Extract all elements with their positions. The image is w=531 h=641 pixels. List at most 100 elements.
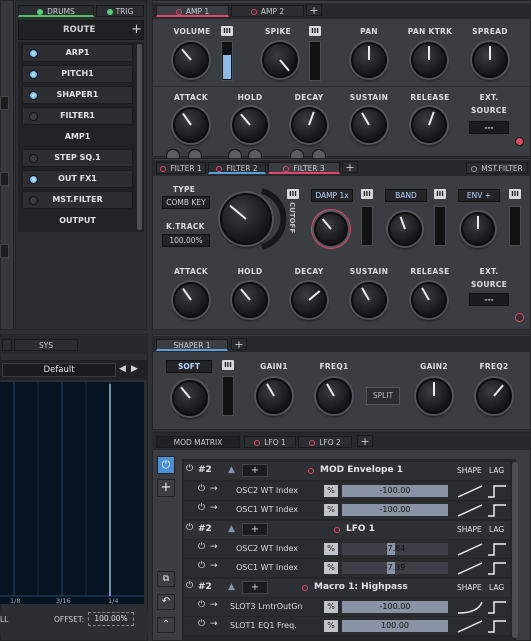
filter-release-knob[interactable]: [411, 282, 447, 318]
add-slot-button[interactable]: +: [157, 479, 175, 497]
slot-power-icon[interactable]: ⏻: [186, 581, 193, 591]
damp-knob[interactable]: [314, 212, 348, 246]
collapse-icon[interactable]: ⌃: [157, 617, 175, 633]
route-item-filter1[interactable]: FILTER1: [22, 107, 133, 125]
shape-curve-icon[interactable]: [456, 483, 484, 499]
filter-type-select[interactable]: COMB KEY: [162, 196, 210, 209]
percent-toggle[interactable]: %: [324, 601, 338, 613]
tab-mod-matrix[interactable]: MOD MATRIX: [156, 436, 240, 448]
mod-lanes-icon[interactable]: III: [434, 189, 446, 199]
filter-ext-source-select[interactable]: ---: [469, 293, 509, 306]
damp-select[interactable]: DAMP 1x: [311, 189, 353, 202]
route-led-icon[interactable]: [29, 49, 38, 58]
row-power-icon[interactable]: ⏻: [198, 542, 205, 552]
route-item-step-sq1[interactable]: STEP SQ.1: [22, 149, 133, 167]
freq1-knob[interactable]: [316, 378, 352, 414]
spike-knob[interactable]: [262, 42, 298, 78]
ktrack-field[interactable]: 100.00%: [162, 234, 210, 247]
gain2-knob[interactable]: [416, 378, 452, 414]
shaper-add-tab-button[interactable]: +: [231, 338, 247, 351]
filter-attack-knob[interactable]: [173, 282, 209, 318]
mod-source[interactable]: LFO 1: [346, 524, 375, 534]
row-power-icon[interactable]: ⏻: [198, 619, 205, 629]
filter-ext-led-icon[interactable]: [515, 313, 524, 322]
mod-lanes-icon[interactable]: III: [222, 360, 234, 370]
modmatrix-add-tab-button[interactable]: +: [357, 435, 373, 448]
percent-toggle[interactable]: %: [324, 504, 338, 516]
copy-icon[interactable]: ⧉: [157, 571, 175, 587]
route-led-icon[interactable]: [29, 196, 38, 205]
route-item-out-fx1[interactable]: OUT FX1: [22, 170, 133, 188]
percent-toggle[interactable]: %: [324, 485, 338, 497]
mod-lanes-icon[interactable]: III: [509, 189, 521, 199]
spread-knob[interactable]: [472, 42, 508, 78]
tab-lfo1[interactable]: LFO 1: [244, 436, 296, 448]
route-led-icon[interactable]: [29, 91, 38, 100]
filter-decay-knob[interactable]: [291, 282, 327, 318]
lag-curve-icon[interactable]: [486, 618, 508, 634]
mod-target[interactable]: OSC1 WT Index: [236, 505, 298, 514]
band-select[interactable]: BAND: [385, 189, 427, 202]
mod-amount[interactable]: -100.00: [342, 601, 448, 613]
mod-source[interactable]: MOD Envelope 1: [320, 465, 403, 475]
preset-prev-icon[interactable]: ◀: [119, 364, 126, 374]
mod-amount[interactable]: -100.00: [342, 485, 448, 497]
lag-curve-icon[interactable]: [486, 560, 508, 576]
mod-target[interactable]: SLOT3 LmtrOutGn: [230, 602, 303, 611]
mod-lanes-icon[interactable]: III: [309, 26, 321, 36]
route-item-shaper1[interactable]: SHAPER1: [22, 86, 133, 104]
offset-field[interactable]: 100.00%: [88, 612, 134, 626]
undo-icon[interactable]: ↶: [157, 594, 175, 610]
tab-amp1[interactable]: AMP 1: [156, 5, 229, 17]
preset-select[interactable]: Default: [2, 363, 116, 377]
slot-power-icon[interactable]: ⏻: [186, 523, 193, 533]
amp-sustain-knob[interactable]: [351, 107, 387, 143]
mod-lanes-icon[interactable]: III: [361, 189, 373, 199]
tab-mst-filter[interactable]: MST.FILTER: [466, 162, 528, 174]
add-target-button[interactable]: +: [242, 581, 268, 594]
preset-next-icon[interactable]: ▶: [131, 364, 138, 374]
mod-lanes-icon[interactable]: III: [221, 26, 233, 36]
route-led-icon[interactable]: [29, 112, 38, 121]
mod-target[interactable]: OSC2 WT Index: [236, 486, 298, 495]
pan-ktrk-knob[interactable]: [411, 42, 447, 78]
env-knob[interactable]: [461, 212, 495, 246]
amp-release-knob[interactable]: [411, 107, 447, 143]
mod-lanes-icon[interactable]: III: [287, 189, 299, 199]
route-led-icon[interactable]: [29, 70, 38, 79]
mod-source[interactable]: Macro 1: Highpass: [314, 582, 408, 592]
shape-curve-icon[interactable]: [456, 502, 484, 518]
tab-filter1[interactable]: FILTER 1: [156, 162, 206, 174]
tab-sys[interactable]: SYS: [14, 339, 78, 351]
route-item-output[interactable]: OUTPUT: [22, 212, 133, 230]
route-led-icon[interactable]: [29, 175, 38, 184]
env-select[interactable]: ENV +: [458, 189, 500, 202]
percent-toggle[interactable]: %: [324, 543, 338, 555]
tab-filter3[interactable]: FILTER 3: [268, 162, 340, 174]
left-edge-field[interactable]: [0, 96, 9, 110]
lfo-shape-editor[interactable]: [0, 382, 144, 604]
mod-amount[interactable]: -100.00: [342, 504, 448, 516]
lag-curve-icon[interactable]: [486, 541, 508, 557]
slot-power-icon[interactable]: ⏻: [186, 464, 193, 474]
slot-collapse-icon[interactable]: ▲: [228, 524, 235, 534]
route-item-amp1[interactable]: AMP1: [22, 128, 133, 146]
left-edge-field[interactable]: [0, 244, 9, 258]
shape-curve-icon[interactable]: [456, 541, 484, 557]
tab-drums[interactable]: DRUMS: [18, 5, 94, 17]
filter-sustain-knob[interactable]: [351, 282, 387, 318]
mod-amount[interactable]: 100.00: [342, 620, 448, 632]
route-item-mst-filter[interactable]: MST.FILTER: [22, 191, 133, 209]
mod-target[interactable]: OSC1 WT Index: [236, 563, 298, 572]
lag-curve-icon[interactable]: [486, 483, 508, 499]
modmatrix-scrollbar[interactable]: [512, 462, 518, 638]
row-power-icon[interactable]: ⏻: [198, 503, 205, 513]
shape-curve-icon[interactable]: [456, 618, 484, 634]
shape-curve-icon[interactable]: [456, 599, 484, 615]
gain1-knob[interactable]: [256, 378, 292, 414]
left-edge-field[interactable]: [0, 172, 9, 186]
add-target-button[interactable]: +: [242, 523, 268, 536]
split-button[interactable]: SPLIT: [366, 387, 400, 405]
amp-ext-source-select[interactable]: ---: [469, 121, 509, 134]
row-power-icon[interactable]: ⏻: [198, 484, 205, 494]
